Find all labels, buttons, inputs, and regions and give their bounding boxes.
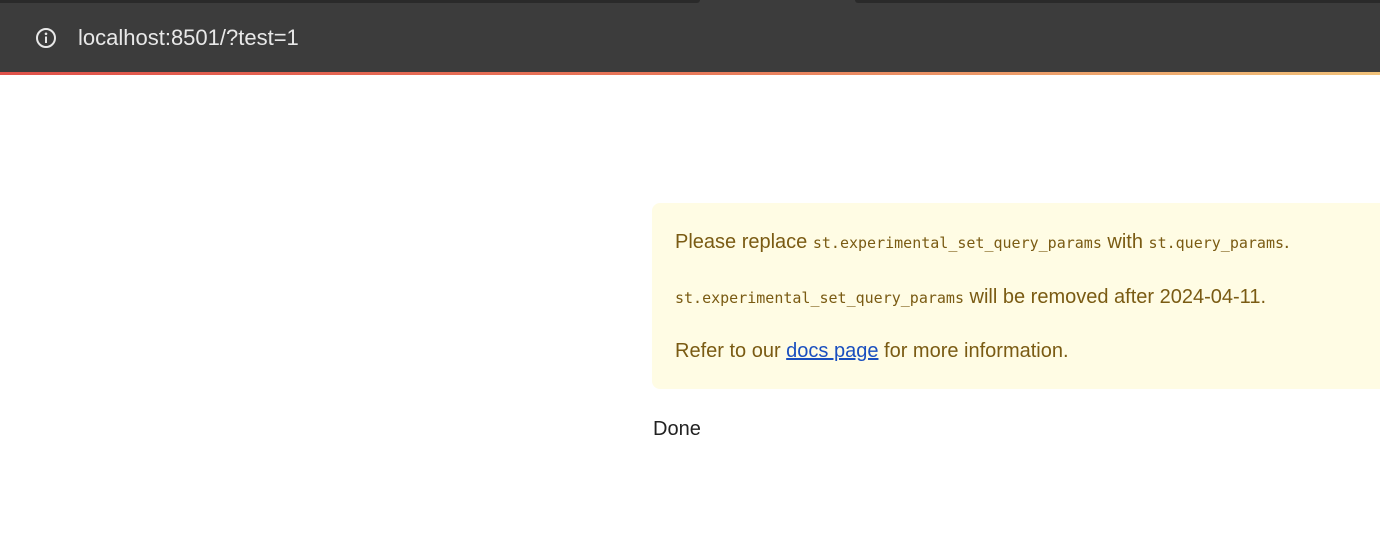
deprecated-function-code: st.experimental_set_query_params (812, 234, 1102, 252)
replacement-function-code: st.query_params (1148, 234, 1285, 252)
warning-text: with (1101, 231, 1149, 253)
docs-page-link[interactable]: docs page (786, 340, 878, 362)
warning-line-docs: Refer to our docs page for more informat… (675, 339, 1069, 363)
browser-address-bar: localhost:8501/?test=1 (0, 0, 1380, 73)
warning-text: Please replace (675, 231, 813, 253)
page-accent-line (0, 72, 1380, 75)
warning-text: for more information. (878, 340, 1069, 362)
tab-edge-right (855, 0, 1380, 3)
deprecated-function-code: st.experimental_set_query_params (675, 289, 964, 307)
warning-line-removal: st.experimental_set_query_params will be… (675, 285, 1266, 310)
warning-text: will be removed after 2024-04-11. (963, 286, 1266, 308)
deprecation-warning: Please replace st.experimental_set_query… (652, 203, 1380, 389)
info-circle-icon[interactable] (35, 27, 57, 49)
url-text[interactable]: localhost:8501/?test=1 (78, 26, 299, 50)
done-text: Done (653, 418, 701, 440)
warning-text: . (1284, 231, 1290, 253)
warning-line-replace: Please replace st.experimental_set_query… (675, 230, 1290, 255)
tab-edge-left (0, 0, 700, 3)
warning-text: Refer to our (675, 340, 787, 362)
